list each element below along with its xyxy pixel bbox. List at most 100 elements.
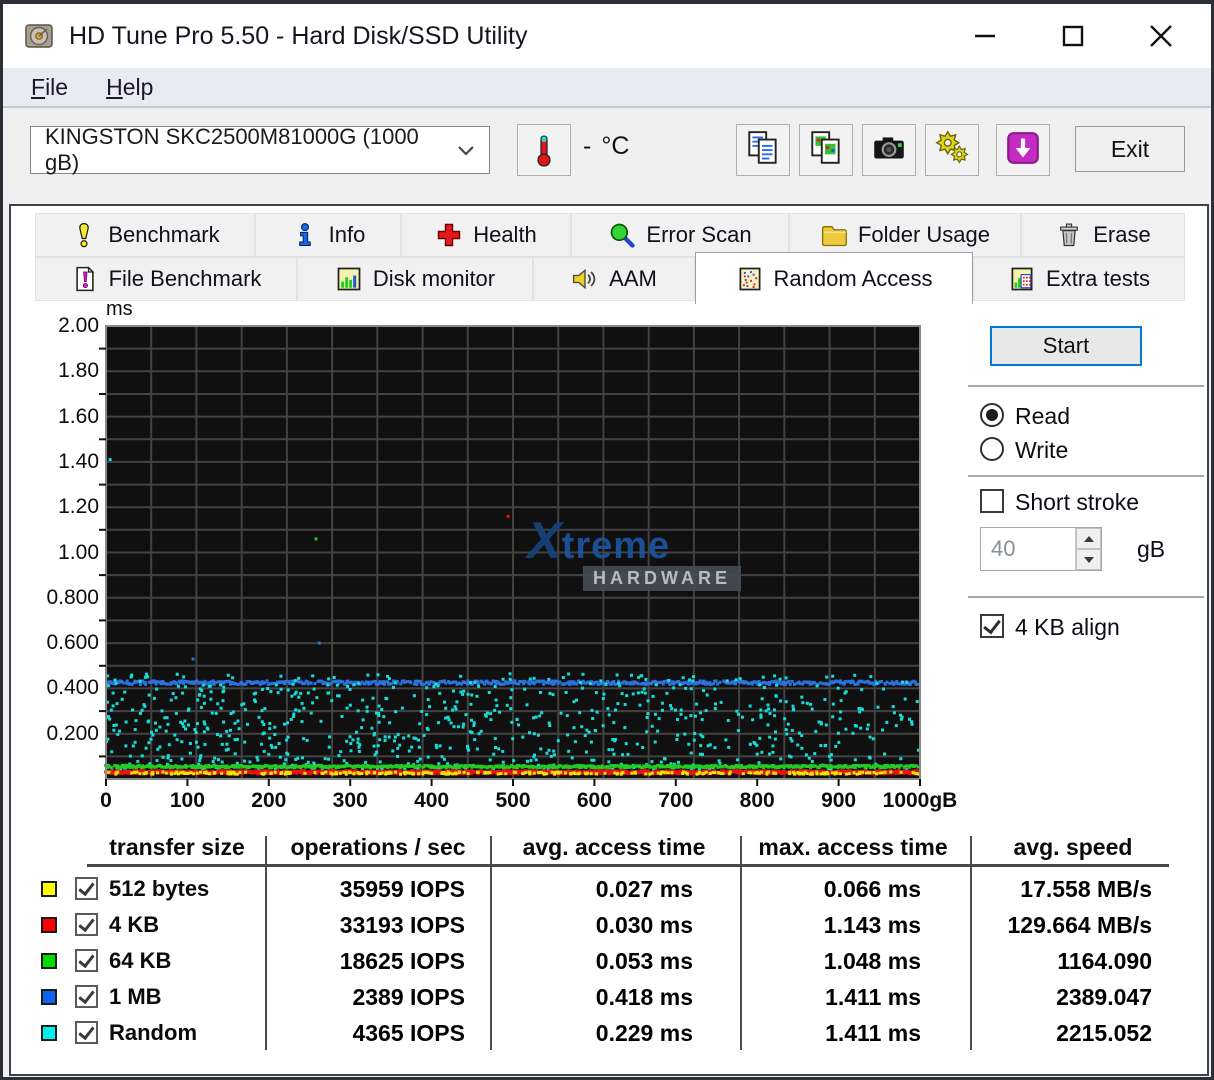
tab-health[interactable]: Health	[401, 213, 571, 257]
tab-label: Error Scan	[646, 222, 752, 247]
short-stroke-checkbox[interactable]	[980, 489, 1004, 513]
max-access-value: 1.143 ms	[823, 912, 921, 938]
temperature-button[interactable]	[517, 124, 571, 176]
write-radio[interactable]	[980, 437, 1004, 461]
series-checkbox-random[interactable]	[75, 1021, 98, 1044]
avg-speed-value: 129.664 MB/s	[1007, 912, 1152, 938]
y-tick-label: 1.80	[58, 359, 99, 383]
tab-label: AAM	[609, 266, 657, 291]
tab-benchmark[interactable]: Benchmark	[35, 213, 255, 257]
menu-file[interactable]: File	[21, 72, 78, 103]
copy-text-button[interactable]	[736, 124, 790, 176]
table-row-512-bytes: 512 bytes 35959 IOPS 0.027 ms 0.066 ms 17.55…	[11, 872, 1171, 908]
drive-select-dropdown[interactable]: KINGSTON SKC2500M81000G (1000 gB)	[30, 124, 490, 175]
ops-value: 33193 IOPS	[339, 912, 465, 938]
tab-info[interactable]: Info	[255, 213, 401, 257]
series-checkbox-4-kb[interactable]	[75, 913, 98, 936]
gears-icon	[933, 129, 971, 172]
column-header-max-access-time: max. access time	[758, 834, 948, 860]
start-button[interactable]: Start	[990, 326, 1142, 366]
main-content: Benchmark Info Health Error Scan Folder Usag…	[9, 204, 1209, 1076]
ops-value: 4365 IOPS	[352, 1020, 465, 1046]
copy-text-icon	[744, 129, 782, 172]
temperature-readout: - °C	[583, 132, 629, 161]
tab-row-2: File Benchmark Disk monitor AAM Random Acce…	[35, 252, 1185, 304]
camera-icon	[870, 129, 908, 172]
align-checkbox[interactable]	[980, 614, 1004, 638]
series-checkbox-64-kb[interactable]	[75, 949, 98, 972]
minimize-icon	[975, 34, 995, 38]
series-color-swatch	[41, 917, 57, 933]
avg-speed-value: 17.558 MB/s	[1020, 876, 1152, 902]
gears-button[interactable]	[925, 124, 979, 176]
close-button[interactable]	[1117, 4, 1205, 68]
maximize-icon	[1062, 25, 1084, 47]
read-radio[interactable]	[980, 403, 1004, 427]
avg-access-value: 0.418 ms	[595, 984, 693, 1010]
app-window: HD Tune Pro 5.50 - Hard Disk/SSD Utility…	[0, 0, 1214, 1080]
camera-button[interactable]	[862, 124, 916, 176]
copy-image-button[interactable]	[799, 124, 853, 176]
tab-random-access[interactable]: Random Access	[695, 252, 973, 304]
column-header-avg-access-time: avg. access time	[522, 834, 706, 860]
tab-error-scan[interactable]: Error Scan	[571, 213, 789, 257]
copy-image-icon	[807, 129, 845, 172]
random-access-icon	[736, 265, 764, 293]
series-color-swatch	[41, 989, 57, 1005]
y-tick-label: 1.40	[58, 449, 99, 473]
table-row-64-kb: 64 KB 18625 IOPS 0.053 ms 1.048 ms 1164.090	[11, 944, 1171, 980]
y-tick-label: 0.200	[46, 721, 99, 745]
window-title: HD Tune Pro 5.50 - Hard Disk/SSD Utility	[69, 21, 528, 50]
menu-bar: File Help	[3, 68, 1211, 108]
y-axis-unit-label: ms	[106, 298, 133, 320]
drive-select-value: KINGSTON SKC2500M81000G (1000 gB)	[45, 124, 419, 175]
ops-value: 35959 IOPS	[339, 876, 465, 902]
tab-file-benchmark[interactable]: File Benchmark	[35, 257, 297, 301]
tab-label: Info	[328, 222, 366, 247]
tab-folder-usage[interactable]: Folder Usage	[789, 213, 1021, 257]
column-header-avg-speed: avg. speed	[1013, 834, 1133, 860]
avg-access-value: 0.027 ms	[595, 876, 693, 902]
scatter-plot-svg	[99, 325, 922, 786]
window-controls	[941, 4, 1205, 68]
max-access-value: 1.411 ms	[825, 984, 921, 1010]
menu-help[interactable]: Help	[96, 72, 163, 103]
avg-access-value: 0.030 ms	[595, 912, 693, 938]
capacity-spinner: 40	[980, 527, 1102, 571]
tab-disk-monitor[interactable]: Disk monitor	[297, 257, 533, 301]
access-time-plot	[91, 319, 951, 789]
tab-label: Benchmark	[108, 222, 220, 247]
temperature-value: -	[583, 132, 592, 160]
thermometer-icon	[537, 135, 551, 167]
error-scan-icon	[608, 221, 636, 249]
transfer-size-label: Random	[109, 1020, 197, 1045]
series-checkbox-512-bytes[interactable]	[75, 877, 98, 900]
series-checkbox-1-mb[interactable]	[75, 985, 98, 1008]
y-tick-label: 2.00	[58, 314, 99, 337]
series-color-swatch	[41, 953, 57, 969]
tab-erase[interactable]: Erase	[1021, 213, 1185, 257]
maximize-button[interactable]	[1029, 4, 1117, 68]
exit-button[interactable]: Exit	[1075, 126, 1185, 172]
column-header-transfer-size: transfer size	[109, 834, 245, 860]
y-tick-label: 1.20	[58, 495, 99, 519]
info-icon	[291, 221, 319, 249]
panel-divider	[968, 475, 1204, 477]
capacity-input[interactable]: 40	[981, 528, 1075, 570]
toolbar: KINGSTON SKC2500M81000G (1000 gB) - °C E…	[3, 110, 1211, 200]
save-button[interactable]	[996, 124, 1050, 176]
transfer-size-label: 4 KB	[109, 912, 160, 937]
tab-label: File Benchmark	[108, 266, 262, 291]
y-tick-label: 1.60	[58, 404, 99, 428]
y-tick-label: 0.400	[46, 676, 99, 700]
tab-label: Extra tests	[1046, 266, 1150, 291]
minimize-button[interactable]	[941, 4, 1029, 68]
tab-extra-tests[interactable]: Extra tests	[973, 257, 1185, 301]
transfer-size-label: 512 bytes	[109, 876, 210, 901]
write-label: Write	[1015, 437, 1069, 463]
spin-up-button[interactable]	[1076, 528, 1101, 549]
capacity-unit-label: gB	[1137, 536, 1166, 562]
spin-down-button[interactable]	[1076, 549, 1101, 570]
file-benchmark-icon	[71, 265, 99, 293]
tab-aam[interactable]: AAM	[533, 257, 695, 301]
